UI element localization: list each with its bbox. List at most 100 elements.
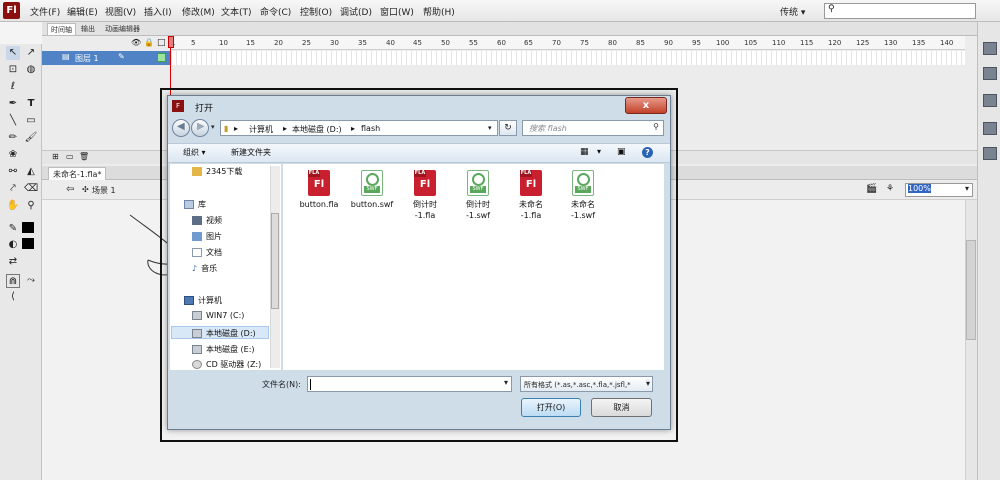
- layer-name[interactable]: 图层 1: [75, 53, 99, 64]
- lock-icon[interactable]: 🔒: [144, 38, 154, 47]
- menu-view[interactable]: 视图(V): [105, 5, 136, 18]
- library-panel-icon[interactable]: [983, 67, 997, 80]
- rectangle-icon[interactable]: ▭: [24, 114, 38, 128]
- preview-pane-icon[interactable]: ▣: [617, 147, 626, 157]
- document-tab[interactable]: 未命名-1.fla*: [48, 167, 107, 181]
- file-item[interactable]: SWF button.swf: [344, 170, 400, 210]
- tab-output[interactable]: 输出: [78, 23, 98, 35]
- outline-icon[interactable]: □: [157, 38, 166, 48]
- organize-button[interactable]: 组织 ▾: [183, 147, 206, 158]
- cancel-button[interactable]: 取消: [591, 398, 652, 417]
- filename-input[interactable]: ▾: [307, 376, 512, 392]
- swap-colors-icon[interactable]: ⇄: [6, 255, 20, 269]
- deco-icon[interactable]: ❀: [6, 148, 20, 162]
- file-item[interactable]: FLA Fl button.fla: [291, 170, 347, 210]
- stroke-color-swatch[interactable]: [22, 222, 34, 233]
- menu-control[interactable]: 控制(O): [300, 5, 332, 18]
- lasso-icon[interactable]: ℓ: [6, 80, 20, 94]
- stroke-color-icon[interactable]: ✎: [6, 222, 20, 236]
- zoom-icon[interactable]: ⚲: [24, 199, 38, 213]
- tab-motion-editor[interactable]: 动画编辑器: [102, 23, 143, 35]
- menu-window[interactable]: 窗口(W): [380, 5, 414, 18]
- line-icon[interactable]: ╲: [6, 114, 20, 128]
- pencil-icon[interactable]: ✏: [6, 131, 20, 145]
- breadcrumb-flash[interactable]: flash: [361, 124, 380, 133]
- eraser-icon[interactable]: ⌫: [24, 182, 38, 196]
- forward-button[interactable]: ▶: [191, 119, 209, 137]
- edit-symbol-icon[interactable]: ⚘: [886, 184, 894, 194]
- file-item[interactable]: FLA Fl 倒计时 -1.fla: [397, 170, 453, 221]
- snap-icon[interactable]: ⋒: [6, 274, 20, 288]
- folder-search-input[interactable]: 搜索 flash ⚲: [522, 120, 664, 136]
- nav-item-library[interactable]: 库: [184, 199, 206, 210]
- address-bar[interactable]: ▮ ▸ 计算机 ▸ 本地磁盘 (D:) ▸ flash ▾: [220, 120, 498, 136]
- info-panel-icon[interactable]: [983, 147, 997, 160]
- brush-icon[interactable]: 🖌: [24, 131, 38, 145]
- menu-debug[interactable]: 调试(D): [340, 5, 372, 18]
- view-options-icon[interactable]: ▦: [580, 147, 589, 157]
- nav-item-videos[interactable]: 视频: [192, 215, 222, 226]
- chevron-down-icon[interactable]: ▾: [504, 378, 508, 387]
- chevron-down-icon[interactable]: ▾: [211, 123, 215, 131]
- color-panel-icon[interactable]: [983, 94, 997, 107]
- stage-scroll-thumb[interactable]: [966, 240, 976, 340]
- close-button[interactable]: x: [625, 97, 667, 114]
- selection-tool-icon[interactable]: ↖: [6, 46, 20, 60]
- breadcrumb-drive-d[interactable]: 本地磁盘 (D:): [292, 124, 342, 135]
- trash-icon[interactable]: 🗑: [79, 152, 89, 161]
- file-type-select[interactable]: 所有格式 (*.as,*.asc,*.fla,*.jsfl,* ▾: [520, 376, 653, 392]
- nav-item-documents[interactable]: 文档: [192, 247, 222, 258]
- menu-modify[interactable]: 修改(M): [182, 5, 215, 18]
- nav-item-drive-c[interactable]: WIN7 (C:): [192, 311, 244, 320]
- nav-item-music[interactable]: ♪ 音乐: [192, 263, 217, 274]
- menu-commands[interactable]: 命令(C): [260, 5, 291, 18]
- file-item[interactable]: SWF 倒计时 -1.swf: [450, 170, 506, 221]
- nav-item-drive-e[interactable]: 本地磁盘 (E:): [192, 344, 255, 355]
- new-layer-icon[interactable]: ⊞: [52, 152, 59, 161]
- subselection-tool-icon[interactable]: ↗: [24, 46, 38, 60]
- 3d-rotation-icon[interactable]: ◍: [24, 63, 38, 77]
- playhead[interactable]: [168, 36, 176, 96]
- refresh-button[interactable]: ↻: [499, 120, 517, 136]
- free-transform-icon[interactable]: ⊡: [6, 63, 20, 77]
- navigation-scroll-thumb[interactable]: [271, 213, 279, 309]
- nav-item-2345-downloads[interactable]: 2345下载: [192, 166, 242, 177]
- help-search-input[interactable]: ⚲: [824, 3, 976, 19]
- new-folder-button[interactable]: 新建文件夹: [231, 147, 271, 158]
- workspace-selector[interactable]: 传统 ▾: [780, 5, 805, 18]
- file-item[interactable]: SWF 未命名 -1.swf: [555, 170, 611, 221]
- back-button[interactable]: ◀: [172, 119, 190, 137]
- bone-icon[interactable]: ⚯: [6, 165, 20, 179]
- menu-edit[interactable]: 编辑(E): [67, 5, 98, 18]
- back-arrow-icon[interactable]: ⇦: [66, 184, 74, 195]
- eye-icon[interactable]: 👁: [131, 38, 141, 47]
- menu-file[interactable]: 文件(F): [30, 5, 60, 18]
- help-icon[interactable]: ?: [642, 147, 653, 158]
- chevron-down-icon[interactable]: ▾: [488, 124, 492, 132]
- fill-color-swatch[interactable]: [22, 238, 34, 249]
- layer-frames-row[interactable]: [42, 51, 965, 65]
- breadcrumb-computer[interactable]: 计算机: [249, 124, 273, 135]
- tab-timeline[interactable]: 时间轴: [47, 23, 76, 35]
- menu-insert[interactable]: 插入(I): [144, 5, 172, 18]
- nav-item-cd-drive[interactable]: CD 驱动器 (Z:): [192, 359, 261, 369]
- file-item[interactable]: FLA Fl 未命名 -1.fla: [503, 170, 559, 221]
- nav-item-pictures[interactable]: 图片: [192, 231, 222, 242]
- zoom-select[interactable]: 100% ▾: [905, 183, 973, 197]
- align-panel-icon[interactable]: [983, 122, 997, 135]
- menu-text[interactable]: 文本(T): [221, 5, 252, 18]
- edit-scene-icon[interactable]: 🎬: [866, 184, 877, 194]
- chevron-down-icon[interactable]: ▾: [597, 147, 601, 156]
- smooth-icon[interactable]: ⤳: [24, 274, 38, 288]
- new-folder-icon[interactable]: ▭: [66, 152, 74, 161]
- straighten-icon[interactable]: ⟨: [6, 290, 20, 304]
- nav-item-computer[interactable]: 计算机: [184, 295, 222, 306]
- layer-color-swatch[interactable]: [157, 53, 166, 62]
- hand-icon[interactable]: ✋: [6, 199, 20, 213]
- eyedropper-icon[interactable]: ⤤: [6, 182, 20, 196]
- fill-color-icon[interactable]: ◐: [6, 238, 20, 252]
- menu-help[interactable]: 帮助(H): [423, 5, 455, 18]
- nav-item-drive-d[interactable]: 本地磁盘 (D:): [192, 328, 256, 339]
- properties-icon[interactable]: [983, 42, 997, 55]
- pen-icon[interactable]: ✒: [6, 97, 20, 111]
